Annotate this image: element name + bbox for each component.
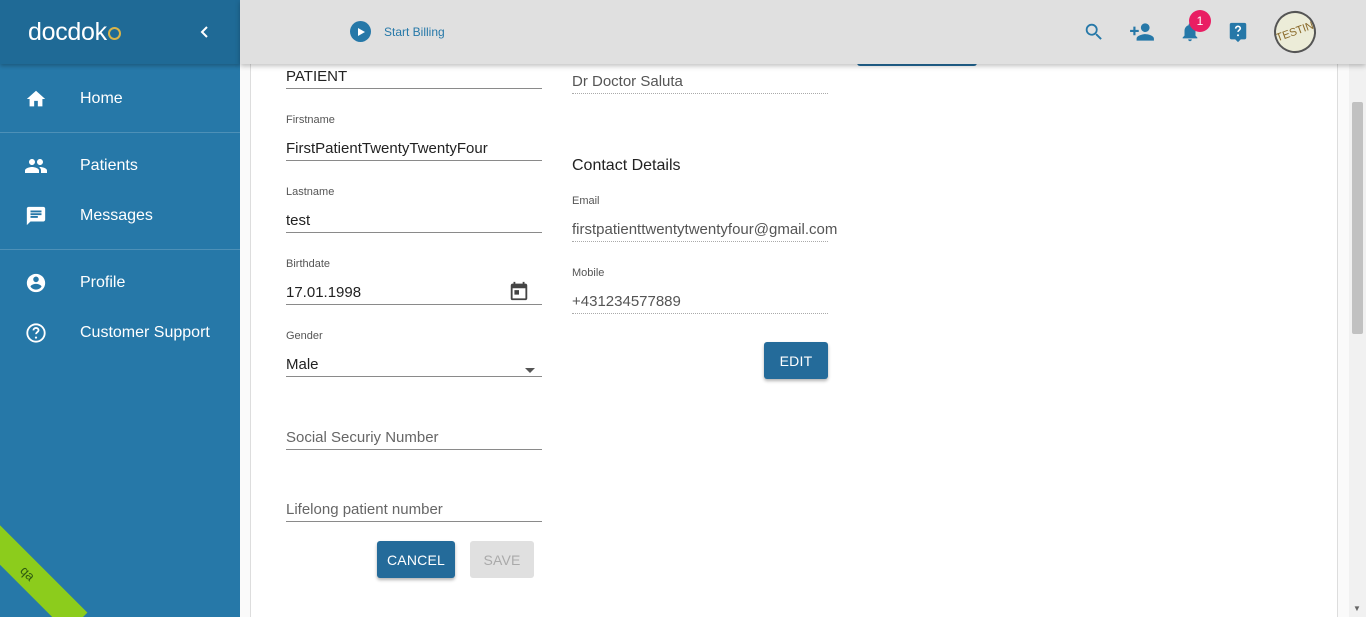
search-button[interactable] [1070,10,1118,54]
help-box-icon [1229,22,1247,43]
person-add-icon [1130,23,1154,41]
notifications-button[interactable]: 1 [1166,10,1214,54]
mobile-value: +431234577889 [572,293,681,310]
dropdown-arrow-icon [524,362,536,380]
logo-text: docdok [28,17,107,46]
lastname-label: Lastname [286,186,335,198]
sidebar-item-label: Home [80,90,123,107]
firstname-field[interactable]: Firstname FirstPatientTwentyTwentyFour [286,114,542,161]
avatar-text: TESTIN [1274,19,1316,45]
toolbar-actions: 1 TESTIN [1070,5,1322,59]
birthdate-field[interactable]: Birthdate 17.01.1998 [286,258,542,307]
collapse-sidebar-button[interactable] [198,21,212,43]
edit-button[interactable]: EDIT [764,342,828,379]
sidebar-item-patients[interactable]: Patients [0,141,240,191]
message-icon [24,204,48,228]
add-patient-button[interactable] [1118,10,1166,54]
divider [0,132,240,133]
top-app-bar: Start Billing 1 TESTIN [240,0,1366,64]
sidebar-item-profile[interactable]: Profile [0,258,240,308]
save-button[interactable]: SAVE [470,541,534,578]
social-security-number-placeholder: Social Securiy Number [286,429,439,446]
people-icon [24,154,48,178]
start-billing-label: Start Billing [384,24,445,39]
sidebar-item-home[interactable]: Home [0,74,240,124]
home-icon [24,87,48,111]
cancel-button[interactable]: CANCEL [377,541,455,578]
sidebar-item-messages[interactable]: Messages [0,191,240,241]
sidebar-item-label: Patients [80,157,138,174]
divider [0,249,240,250]
doctor-value: Dr Doctor Saluta [572,73,683,90]
email-value: firstpatienttwentytwentyfour@gmail.com [572,221,838,238]
vertical-scrollbar[interactable]: ▲ ▼ [1349,0,1366,617]
environment-label: qa [17,562,39,584]
environment-ribbon: qa [0,513,88,617]
role-field[interactable]: PATIENT [286,66,542,89]
app-logo[interactable]: docdok [28,18,121,47]
chevron-left-icon [200,26,208,38]
email-field: Email firstpatienttwentytwentyfour@gmail… [572,195,838,242]
sidebar-item-label: Profile [80,274,126,291]
sidebar-item-customer-support[interactable]: Customer Support [0,308,240,358]
social-security-number-field[interactable]: Social Securiy Number [286,427,542,450]
lastname-field[interactable]: Lastname test [286,186,542,233]
patient-detail-card: PATIENT Firstname FirstPatientTwentyTwen… [250,0,1338,617]
email-label: Email [572,195,600,207]
mobile-field: Mobile +431234577889 [572,267,828,314]
lifelong-patient-number-placeholder: Lifelong patient number [286,501,443,518]
help-circle-icon [24,321,48,345]
sidebar-item-label: Customer Support [80,324,210,341]
start-billing-button[interactable]: Start Billing [350,21,445,42]
help-button[interactable] [1214,10,1262,54]
notification-badge: 1 [1189,10,1211,32]
account-circle-icon [24,271,48,295]
lastname-value: test [286,212,311,229]
birthdate-value: 17.01.1998 [286,284,362,301]
firstname-label: Firstname [286,114,335,126]
calendar-icon[interactable] [508,280,530,307]
scrollbar-thumb[interactable] [1352,102,1363,334]
role-value: PATIENT [286,68,348,85]
birthdate-label: Birthdate [286,258,331,270]
play-icon [350,21,371,42]
doctor-field: Dr Doctor Saluta [572,71,828,94]
sidebar: docdok Home Patients Messages Profile Cu… [0,0,240,617]
logo-mark-icon [107,27,121,40]
avatar[interactable]: TESTIN [1268,5,1322,59]
gender-label: Gender [286,330,323,342]
gender-value: Male [286,356,319,373]
search-icon [1085,23,1102,40]
scroll-down-icon[interactable]: ▼ [1353,604,1361,613]
contact-details-title: Contact Details [572,157,681,174]
lifelong-patient-number-field[interactable]: Lifelong patient number [286,499,542,522]
mobile-label: Mobile [572,267,605,279]
sidebar-header: docdok [0,0,240,64]
firstname-value: FirstPatientTwentyTwentyFour [286,140,488,157]
sidebar-item-label: Messages [80,207,153,224]
gender-select[interactable]: Gender Male [286,330,542,380]
